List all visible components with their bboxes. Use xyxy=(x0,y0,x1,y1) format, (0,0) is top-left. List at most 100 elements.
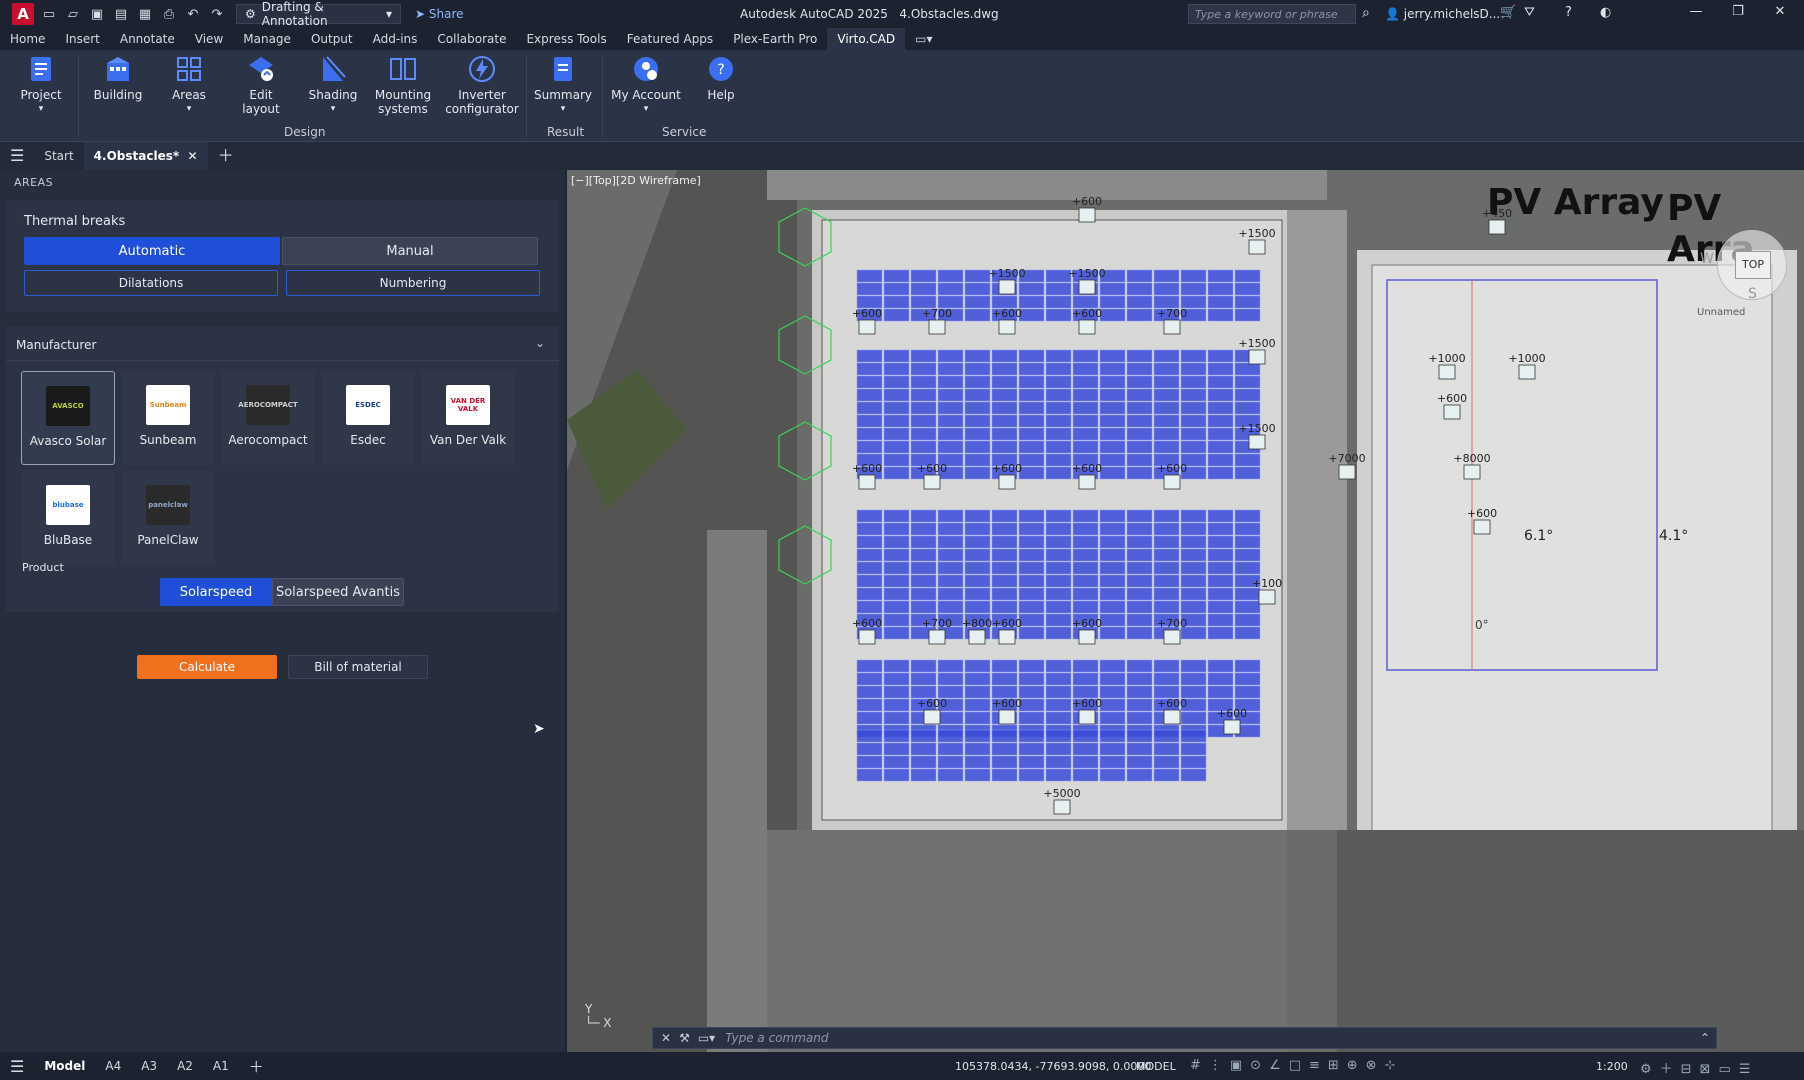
pv-panel[interactable] xyxy=(1126,295,1153,309)
pv-panel[interactable] xyxy=(910,548,937,562)
command-prompt-icon[interactable]: ▭▾ xyxy=(698,1031,715,1045)
pv-panel[interactable] xyxy=(1099,659,1126,673)
pv-panel[interactable] xyxy=(991,427,1018,441)
pv-panel[interactable] xyxy=(856,548,883,562)
pv-panel[interactable] xyxy=(991,574,1018,588)
pv-panel[interactable] xyxy=(1099,561,1126,575)
ribbon-tab-add-ins[interactable]: Add-ins xyxy=(363,28,428,50)
pv-panel[interactable] xyxy=(1099,768,1126,782)
pv-panel[interactable] xyxy=(1234,561,1261,575)
pv-panel[interactable] xyxy=(1153,561,1180,575)
pv-panel[interactable] xyxy=(1126,755,1153,769)
pv-panel[interactable] xyxy=(1045,427,1072,441)
product-solarspeed-toggle[interactable]: Solarspeed xyxy=(160,578,272,606)
pv-panel[interactable] xyxy=(1153,548,1180,562)
pv-panel[interactable] xyxy=(1126,685,1153,699)
pv-panel[interactable] xyxy=(1045,308,1072,322)
ribbon-tab-plex-earth-pro[interactable]: Plex-Earth Pro xyxy=(723,28,827,50)
pv-panel[interactable] xyxy=(1126,742,1153,756)
pv-panel[interactable] xyxy=(1018,414,1045,428)
pv-panel[interactable] xyxy=(1153,587,1180,601)
close-icon[interactable]: ✕ xyxy=(1760,4,1800,24)
pv-panel[interactable] xyxy=(937,375,964,389)
drawing-viewport[interactable]: +600 +700 +1500 +1500 +600 +600 +700 +600 +600 +6… xyxy=(567,170,1804,1052)
pv-panel[interactable] xyxy=(1045,522,1072,536)
pv-panel[interactable] xyxy=(883,574,910,588)
pv-panel[interactable] xyxy=(856,440,883,454)
pv-panel[interactable] xyxy=(856,362,883,376)
pv-panel[interactable] xyxy=(1180,561,1207,575)
pv-panel[interactable] xyxy=(856,561,883,575)
mounting-systems-button[interactable]: Mounting systems xyxy=(370,54,436,116)
pv-panel[interactable] xyxy=(1234,548,1261,562)
command-input[interactable]: Type a command xyxy=(725,1031,828,1045)
ribbon-tab-insert[interactable]: Insert xyxy=(55,28,109,50)
pv-panel[interactable] xyxy=(937,659,964,673)
ucs-name[interactable]: Unnamed xyxy=(1697,307,1745,318)
manufacturer-esdec[interactable]: ESDEC Esdec xyxy=(321,371,415,465)
cart-icon[interactable]: 🛒 xyxy=(1500,5,1516,20)
workspace-select[interactable]: ⚙ Drafting & Annotation ▾ xyxy=(236,0,401,28)
pv-panel[interactable] xyxy=(1072,362,1099,376)
pv-panel[interactable] xyxy=(1099,755,1126,769)
share-button[interactable]: ➤ Share xyxy=(415,7,464,21)
pv-panel[interactable] xyxy=(1099,427,1126,441)
command-line[interactable]: ✕ ⚒ ▭▾ Type a command ⌃ xyxy=(652,1027,1717,1049)
pv-panel[interactable] xyxy=(856,427,883,441)
pv-panel[interactable] xyxy=(964,729,991,743)
print-icon[interactable]: ⎙ xyxy=(160,5,178,23)
chevron-up-icon[interactable]: ⌃ xyxy=(1700,1031,1710,1045)
add-layout-plus-icon[interactable]: ＋ xyxy=(239,1056,274,1077)
pv-panel[interactable] xyxy=(1207,613,1234,627)
pv-panel[interactable] xyxy=(1153,535,1180,549)
pv-panel[interactable] xyxy=(1234,659,1261,673)
pv-panel[interactable] xyxy=(1045,742,1072,756)
pv-panel[interactable] xyxy=(1207,269,1234,283)
pv-panel[interactable] xyxy=(1180,729,1207,743)
pv-panel[interactable] xyxy=(1207,282,1234,296)
pv-panel[interactable] xyxy=(1180,535,1207,549)
pv-panel[interactable] xyxy=(1126,375,1153,389)
pv-panel[interactable] xyxy=(1099,626,1126,640)
layout-tab-model[interactable]: Model xyxy=(34,1059,95,1073)
product-avantis-toggle[interactable]: Solarspeed Avantis xyxy=(272,578,404,606)
pv-panel[interactable] xyxy=(1207,362,1234,376)
pv-panel[interactable] xyxy=(1126,711,1153,725)
pv-panel[interactable] xyxy=(937,561,964,575)
pv-panel[interactable] xyxy=(883,295,910,309)
manufacturer-aerocompact[interactable]: AEROCOMPACT Aerocompact xyxy=(221,371,315,465)
pv-panel[interactable] xyxy=(1126,522,1153,536)
pv-panel[interactable] xyxy=(937,440,964,454)
pv-panel[interactable] xyxy=(883,401,910,415)
pv-panel[interactable] xyxy=(1045,509,1072,523)
pv-panel[interactable] xyxy=(1153,509,1180,523)
model-space-toggle[interactable]: MODEL xyxy=(1136,1060,1176,1073)
pv-panel[interactable] xyxy=(964,453,991,467)
pv-panel[interactable] xyxy=(1072,574,1099,588)
pv-panel[interactable] xyxy=(1018,672,1045,686)
pv-panel[interactable] xyxy=(1126,401,1153,415)
pv-panel[interactable] xyxy=(991,440,1018,454)
pv-panel[interactable] xyxy=(910,509,937,523)
pv-panel[interactable] xyxy=(1099,548,1126,562)
pv-panel[interactable] xyxy=(1018,613,1045,627)
pv-panel[interactable] xyxy=(1126,509,1153,523)
edit-layout-button[interactable]: Edit layout xyxy=(228,54,294,116)
cursor-coordinates[interactable]: 105378.0434, -77693.9098, 0.0000 xyxy=(955,1060,1151,1073)
pv-panel[interactable] xyxy=(856,414,883,428)
pv-panel[interactable] xyxy=(883,308,910,322)
pv-panel[interactable] xyxy=(1126,388,1153,402)
pv-panel[interactable] xyxy=(1018,574,1045,588)
plot-icon[interactable]: ▦ xyxy=(136,5,154,23)
pv-panel[interactable] xyxy=(1153,282,1180,296)
pv-panel[interactable] xyxy=(1072,587,1099,601)
pv-panel[interactable] xyxy=(910,414,937,428)
pv-panel[interactable] xyxy=(1207,414,1234,428)
pv-panel[interactable] xyxy=(883,427,910,441)
pv-panel[interactable] xyxy=(1153,414,1180,428)
pv-panel[interactable] xyxy=(1126,414,1153,428)
pv-panel[interactable] xyxy=(883,453,910,467)
annotation-scale[interactable]: 1:200 xyxy=(1596,1060,1628,1073)
pv-panel[interactable] xyxy=(1072,729,1099,743)
building-button[interactable]: Building xyxy=(85,54,151,102)
